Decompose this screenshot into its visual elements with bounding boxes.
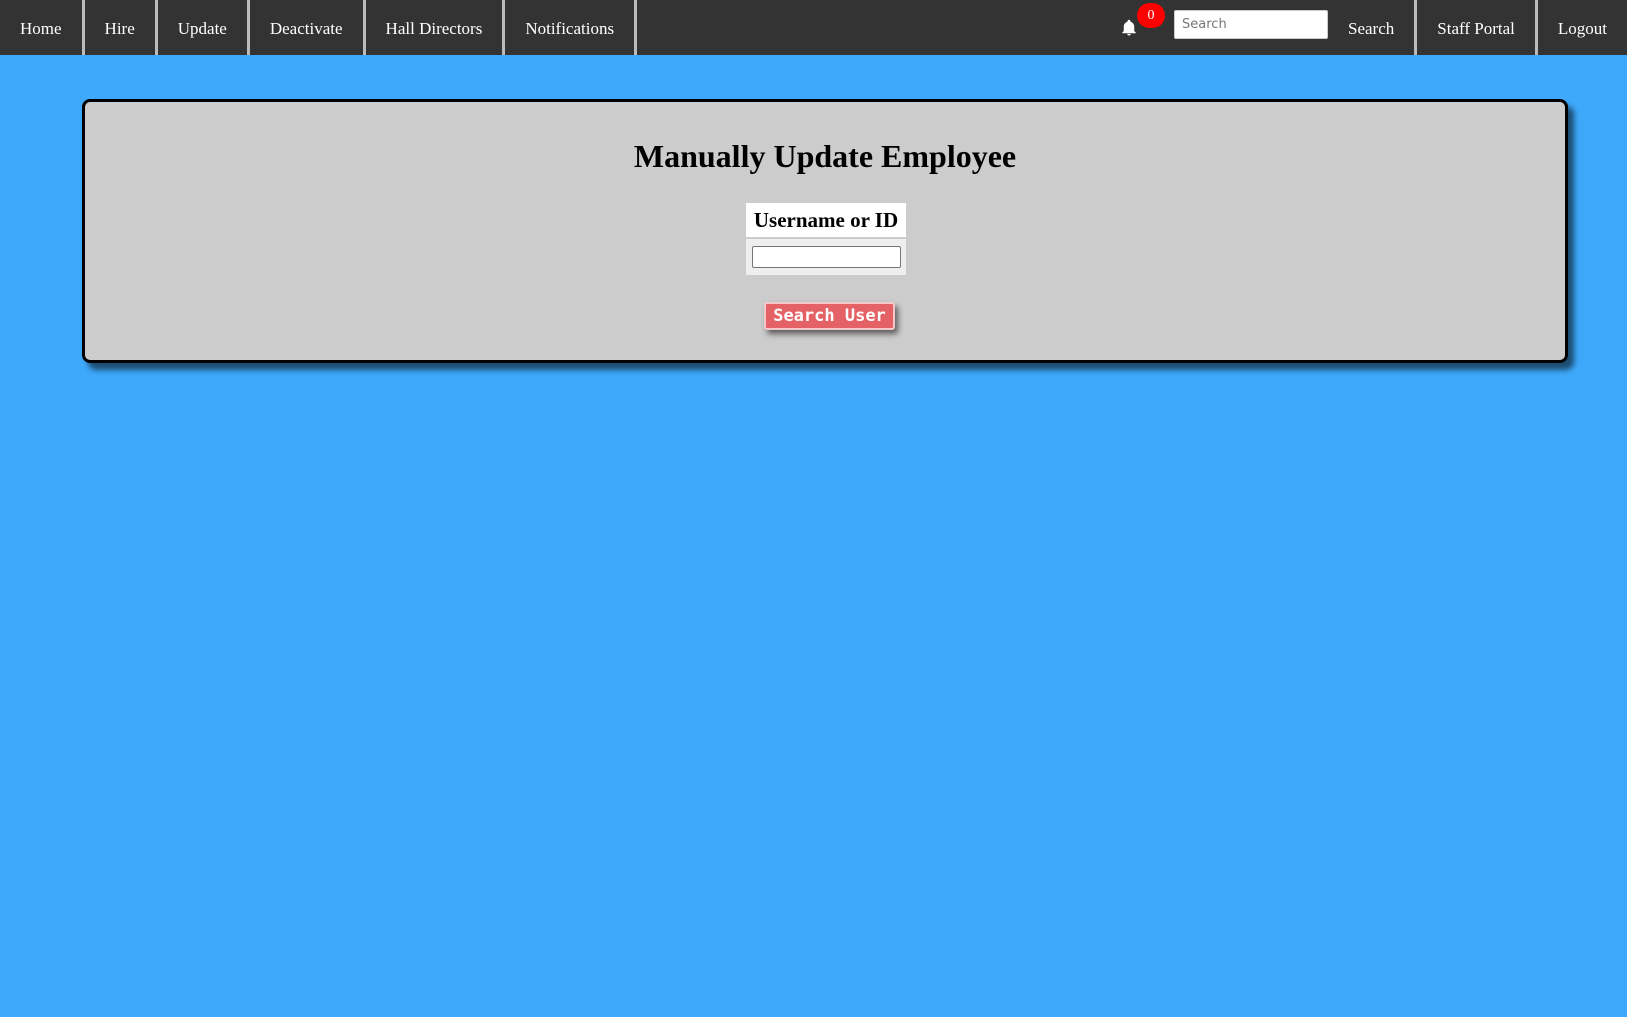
notifications-bell[interactable]: 0 bbox=[1118, 0, 1168, 55]
nav-item-hall-directors[interactable]: Hall Directors bbox=[366, 0, 506, 55]
nav-search-input[interactable] bbox=[1174, 10, 1329, 39]
nav-item-logout[interactable]: Logout bbox=[1538, 0, 1627, 55]
nav-search-button[interactable]: Search bbox=[1328, 0, 1418, 55]
nav-item-hire[interactable]: Hire bbox=[85, 0, 158, 55]
username-input-cell bbox=[746, 239, 906, 275]
search-form-table: Username or ID bbox=[746, 201, 906, 277]
search-user-button[interactable]: Search User bbox=[764, 302, 895, 330]
nav-left-group: Home Hire Update Deactivate Hall Directo… bbox=[0, 0, 638, 55]
username-or-id-label: Username or ID bbox=[746, 203, 906, 237]
nav-item-home[interactable]: Home bbox=[0, 0, 85, 55]
nav-item-notifications[interactable]: Notifications bbox=[505, 0, 638, 55]
page-title: Manually Update Employee bbox=[633, 138, 1017, 174]
nav-item-update[interactable]: Update bbox=[158, 0, 250, 55]
nav-item-deactivate[interactable]: Deactivate bbox=[250, 0, 366, 55]
nav-right-group: 0 Search Staff Portal Logout bbox=[1118, 0, 1627, 55]
bell-icon bbox=[1122, 19, 1136, 36]
top-navigation-bar: Home Hire Update Deactivate Hall Directo… bbox=[0, 0, 1627, 55]
nav-item-staff-portal[interactable]: Staff Portal bbox=[1417, 0, 1538, 55]
username-or-id-input[interactable] bbox=[751, 246, 901, 268]
notification-count-badge: 0 bbox=[1137, 3, 1166, 28]
update-employee-panel: Manually Update Employee Username or ID … bbox=[82, 99, 1568, 363]
